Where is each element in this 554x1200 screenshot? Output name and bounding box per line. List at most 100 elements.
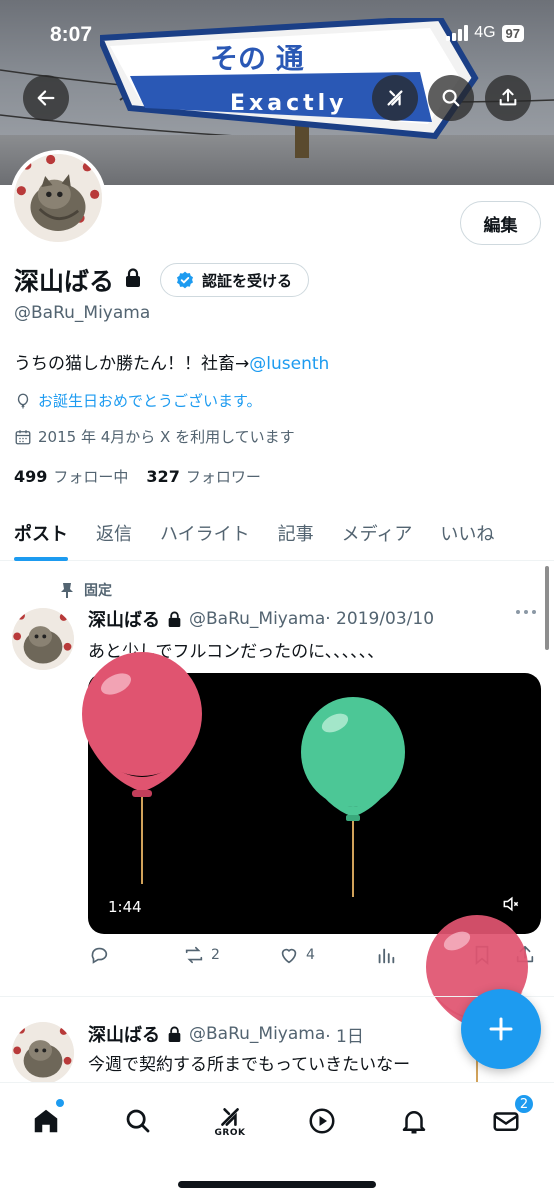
following-link[interactable]: 499 フォロー中 (14, 466, 128, 487)
status-bar: 8:07 4G 97 (0, 0, 554, 70)
joined-text: 2015 年 4月から X を利用しています (38, 428, 295, 446)
retweet-icon (185, 946, 203, 964)
post-share-button[interactable] (514, 944, 536, 966)
compose-button[interactable] (461, 989, 541, 1069)
post-author-name[interactable]: 深山ばる (88, 606, 160, 632)
post-actions: 2 4 (88, 944, 540, 974)
birthday-row: お誕生日おめでとうございます。 (14, 390, 262, 411)
display-name: 深山ばる (14, 267, 115, 296)
reply-icon (91, 947, 108, 964)
following-label: フォロー中 (53, 468, 129, 486)
post-header: 深山ばる @BaRu_Miyama · 2019/03/10 (88, 606, 434, 632)
post-author-handle: @BaRu_Miyama (189, 1024, 326, 1044)
views-button[interactable] (375, 944, 397, 966)
search-button[interactable] (428, 75, 474, 121)
profile-tabs: ポスト 返信 ハイライト 記事 メディア いいね (0, 505, 554, 561)
post-date: · 2019/03/10 (325, 609, 435, 629)
nav-notifications[interactable] (384, 1099, 444, 1143)
back-arrow-icon (37, 90, 55, 106)
more-icon[interactable] (514, 608, 538, 616)
views-icon (378, 948, 395, 964)
post-video[interactable]: 1:44 (88, 673, 541, 934)
birthday-text[interactable]: お誕生日おめでとうございます。 (38, 390, 262, 411)
followers-label: フォロワー (185, 468, 261, 486)
tab-likes[interactable]: いいね (426, 505, 508, 561)
name-row: 深山ばる 認証を受ける (14, 262, 310, 298)
mute-icon[interactable] (501, 894, 521, 914)
post-text: あと少しでフルコンだったのに、、、、、、 (88, 642, 385, 662)
bell-icon (402, 1111, 426, 1134)
svg-text:Exactly: Exactly (230, 91, 348, 116)
search-icon (442, 89, 460, 107)
balloon-icon (17, 393, 29, 408)
post-header: 深山ばる @BaRu_Miyama · 1日 (88, 1021, 364, 1047)
verified-icon (177, 271, 194, 289)
video-duration: 1:44 (108, 898, 142, 916)
home-indicator (178, 1181, 376, 1188)
status-indicators: 4G 97 (446, 24, 524, 42)
grok-icon (387, 90, 403, 106)
tab-media[interactable]: メディア (328, 505, 427, 561)
post-text: 今週で契約する所までもっていきたいなー (88, 1055, 411, 1075)
tab-replies[interactable]: 返信 (82, 505, 146, 561)
cat-photo (12, 608, 74, 670)
post-avatar[interactable] (12, 1022, 74, 1084)
joined-row: 2015 年 4月から X を利用しています (14, 426, 295, 447)
play-icon (309, 1108, 335, 1134)
like-count: 4 (306, 947, 315, 963)
cat-photo (12, 1022, 74, 1084)
edit-profile-button[interactable]: 編集 (460, 201, 541, 245)
back-button[interactable] (23, 75, 69, 121)
retweet-button[interactable]: 2 (183, 944, 220, 966)
lock-icon (124, 268, 142, 292)
nav-messages[interactable]: 2 (476, 1093, 536, 1143)
post-divider (0, 996, 554, 997)
retweet-count: 2 (211, 947, 220, 963)
post-avatar[interactable] (12, 608, 74, 670)
home-icon (34, 1109, 58, 1133)
pinned-indicator: 固定 (60, 580, 112, 600)
tab-posts[interactable]: ポスト (0, 505, 82, 561)
plus-icon (489, 1017, 513, 1041)
post-author-name[interactable]: 深山ばる (88, 1021, 160, 1047)
nav-grok[interactable]: GROK (200, 1099, 260, 1143)
signal-icon (446, 25, 469, 41)
share-icon (499, 88, 517, 106)
reply-button[interactable] (88, 944, 110, 966)
battery-icon: 97 (501, 24, 524, 42)
search-icon (126, 1109, 150, 1133)
calendar-icon (15, 429, 31, 444)
network-label: 4G (474, 24, 496, 41)
like-icon (281, 948, 297, 964)
scrollbar[interactable] (545, 566, 549, 650)
nav-home[interactable] (16, 1099, 76, 1143)
nav-video[interactable] (292, 1099, 352, 1143)
profile-bio: うちの猫しか勝たん！！社畜→@lusenth (14, 349, 329, 374)
lock-icon (168, 1026, 181, 1042)
profile-avatar[interactable] (10, 150, 106, 246)
cat-photo (14, 154, 102, 242)
get-verified-button[interactable]: 認証を受ける (160, 263, 310, 297)
bottom-nav: GROK 2 (0, 1082, 554, 1200)
bookmark-button[interactable] (471, 944, 493, 966)
followers-link[interactable]: 327 フォロワー (146, 466, 260, 487)
pinned-label: 固定 (84, 583, 112, 599)
grok-icon (221, 1108, 239, 1126)
followers-count: 327 (146, 467, 180, 486)
follow-stats: 499 フォロー中 327 フォロワー (14, 466, 261, 487)
messages-badge: 2 (513, 1093, 535, 1115)
grok-button[interactable] (372, 75, 418, 121)
get-verified-label: 認証を受ける (202, 271, 293, 290)
like-button[interactable]: 4 (278, 944, 315, 966)
tab-highlights[interactable]: ハイライト (146, 505, 264, 561)
share-button[interactable] (485, 75, 531, 121)
grok-label: GROK (214, 1128, 246, 1138)
tab-articles[interactable]: 記事 (264, 505, 328, 561)
nav-search[interactable] (108, 1099, 168, 1143)
bio-mention-link[interactable]: @lusenth (249, 354, 329, 374)
post-author-handle: @BaRu_Miyama (189, 609, 326, 629)
post-date: · 1日 (325, 1026, 364, 1047)
following-count: 499 (14, 467, 48, 486)
bookmark-icon (475, 945, 489, 966)
pin-icon (61, 583, 73, 598)
